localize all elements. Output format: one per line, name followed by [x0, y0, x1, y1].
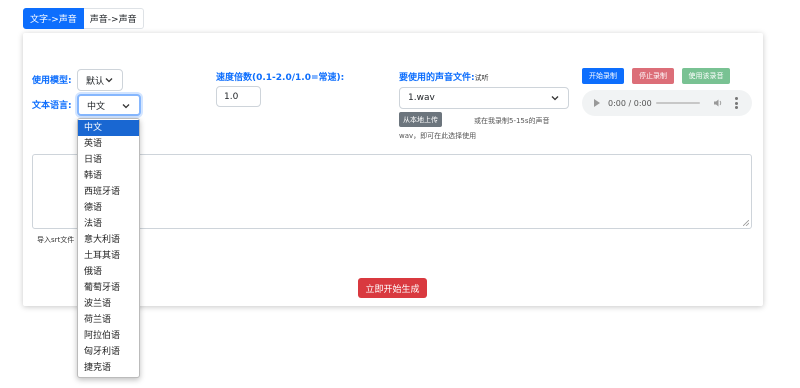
generate-button[interactable]: 立即开始生成: [358, 278, 427, 298]
language-select[interactable]: 中文: [77, 94, 141, 116]
more-options-icon[interactable]: [735, 97, 738, 109]
tab-speech-to-speech[interactable]: 声音->声音: [83, 8, 144, 29]
mode-tabs: 文字->声音 声音->声音: [23, 8, 144, 29]
language-label: 文本语言:: [32, 101, 72, 111]
language-option[interactable]: 日语: [78, 152, 139, 168]
model-label: 使用模型:: [32, 76, 72, 86]
model-select-value: 默认: [86, 76, 105, 87]
language-option[interactable]: 捷克语: [78, 360, 139, 376]
import-srt-label[interactable]: 导入srt文件: [37, 235, 74, 245]
play-icon[interactable]: [594, 99, 600, 107]
language-option[interactable]: 俄语: [78, 264, 139, 280]
language-option[interactable]: 英语: [78, 136, 139, 152]
audio-player: 0:00 / 0:00: [582, 90, 752, 116]
model-select[interactable]: 默认: [77, 69, 123, 91]
speed-input[interactable]: 1.0: [216, 86, 261, 107]
stop-record-button[interactable]: 停止录制: [632, 68, 674, 84]
language-dropdown: 中文 英语 日语 韩语 西班牙语 德语 法语 意大利语 土耳其语 俄语 葡萄牙语…: [77, 118, 140, 378]
use-recording-button[interactable]: 使用该录音: [682, 68, 730, 84]
audio-progress-track[interactable]: [656, 102, 700, 104]
voice-file-select[interactable]: 1.wav: [399, 87, 569, 109]
language-option[interactable]: 韩语: [78, 168, 139, 184]
app-root: 文字->声音 声音->声音 使用模型: 默认 文本语言: 中文 速度倍数(0.1…: [0, 0, 800, 388]
chevron-down-icon: [122, 104, 130, 109]
language-option[interactable]: 葡萄牙语: [78, 280, 139, 296]
text-input[interactable]: [32, 154, 752, 229]
language-option[interactable]: 意大利语: [78, 232, 139, 248]
resize-handle-icon[interactable]: [743, 220, 749, 226]
language-option[interactable]: 荷兰语: [78, 312, 139, 328]
language-option[interactable]: 波兰语: [78, 296, 139, 312]
listen-hint[interactable]: 试听: [475, 74, 489, 82]
language-option[interactable]: 法语: [78, 216, 139, 232]
language-option[interactable]: 西班牙语: [78, 184, 139, 200]
language-option[interactable]: 德语: [78, 200, 139, 216]
start-record-button[interactable]: 开始录制: [582, 68, 624, 84]
volume-icon[interactable]: [713, 98, 723, 108]
language-option[interactable]: 土耳其语: [78, 248, 139, 264]
language-option[interactable]: 中文: [78, 120, 139, 136]
voice-file-value: 1.wav: [408, 93, 435, 103]
voice-label-text: 要使用的声音文件:: [399, 73, 475, 83]
chevron-down-icon: [551, 96, 559, 101]
language-select-value: 中文: [87, 101, 106, 112]
language-option[interactable]: 阿拉伯语: [78, 328, 139, 344]
upload-local-button[interactable]: 从本地上传: [399, 112, 442, 127]
language-option[interactable]: 匈牙利语: [78, 344, 139, 360]
audio-time: 0:00 / 0:00: [608, 98, 652, 108]
speed-label: 速度倍数(0.1-2.0/1.0=常速):: [216, 73, 345, 83]
voice-label: 要使用的声音文件:试听: [399, 70, 489, 83]
tab-text-to-speech[interactable]: 文字->声音: [23, 8, 84, 29]
chevron-down-icon: [105, 78, 113, 83]
